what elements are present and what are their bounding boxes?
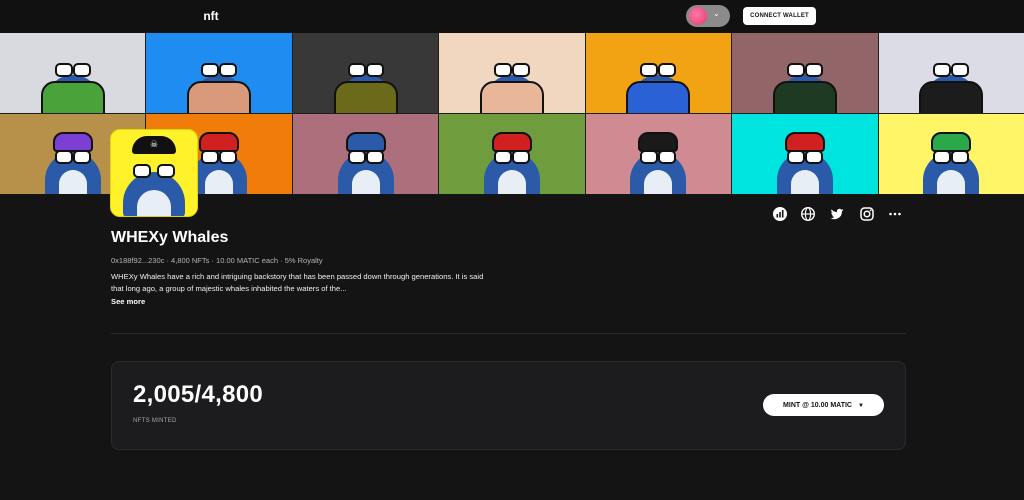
collection-avatar: ☠	[110, 129, 198, 217]
mint-button[interactable]: MINT @ 10.00 MATIC ▼	[763, 394, 884, 416]
collection-meta: 0x188f92...230c · 4,800 NFTs · 10.00 MAT…	[111, 256, 323, 265]
minted-count: 2,005/4,800	[133, 381, 264, 408]
whale-illustration	[41, 130, 105, 194]
whale-illustration	[119, 144, 189, 216]
banner-tile	[585, 114, 732, 194]
banner-tile	[0, 33, 146, 113]
banner-tile	[585, 33, 732, 113]
connect-wallet-button[interactable]: CONNECT WALLET	[743, 7, 816, 25]
banner-tile	[439, 114, 585, 194]
more-icon[interactable]	[887, 206, 903, 222]
banner-tile	[439, 33, 585, 113]
caret-down-icon: ▼	[857, 402, 864, 409]
whale-illustration	[479, 53, 544, 113]
whale-illustration	[919, 53, 984, 113]
whale-illustration	[40, 53, 105, 113]
whale-illustration	[626, 53, 691, 113]
wallet-menu-button[interactable]: ⌄	[686, 5, 730, 27]
collection-description: WHEXy Whales have a rich and intriguing …	[111, 272, 484, 293]
banner-tile	[878, 33, 1024, 113]
wallet-avatar	[689, 7, 707, 25]
whale-illustration	[480, 130, 544, 194]
banner-tile	[732, 114, 878, 194]
banner-tile	[732, 33, 878, 113]
collection-title: WHEXy Whales	[111, 229, 229, 246]
instagram-icon[interactable]	[859, 206, 875, 222]
banner-tile	[292, 33, 439, 113]
top-nav: nft ⌄ CONNECT WALLET	[0, 0, 1024, 33]
minted-label: NFTS MINTED	[133, 418, 177, 424]
mint-button-label: MINT @ 10.00 MATIC	[783, 401, 852, 409]
mint-panel: 2,005/4,800 NFTS MINTED MINT @ 10.00 MAT…	[111, 361, 906, 450]
whale-illustration	[334, 130, 398, 194]
whale-illustration	[773, 130, 837, 194]
banner-tile	[292, 114, 439, 194]
stats-icon[interactable]	[772, 206, 788, 222]
see-more-link[interactable]: See more	[111, 297, 145, 306]
section-divider	[111, 333, 906, 334]
app-logo[interactable]: nft	[201, 7, 221, 25]
whale-illustration	[772, 53, 837, 113]
whale-illustration	[187, 53, 252, 113]
whale-illustration	[919, 130, 983, 194]
banner-tile	[146, 33, 292, 113]
whale-illustration	[333, 53, 398, 113]
globe-icon[interactable]	[800, 206, 816, 222]
whale-illustration	[626, 130, 690, 194]
twitter-icon[interactable]	[829, 206, 845, 222]
banner-tile	[878, 114, 1024, 194]
chevron-down-icon: ⌄	[713, 9, 720, 18]
